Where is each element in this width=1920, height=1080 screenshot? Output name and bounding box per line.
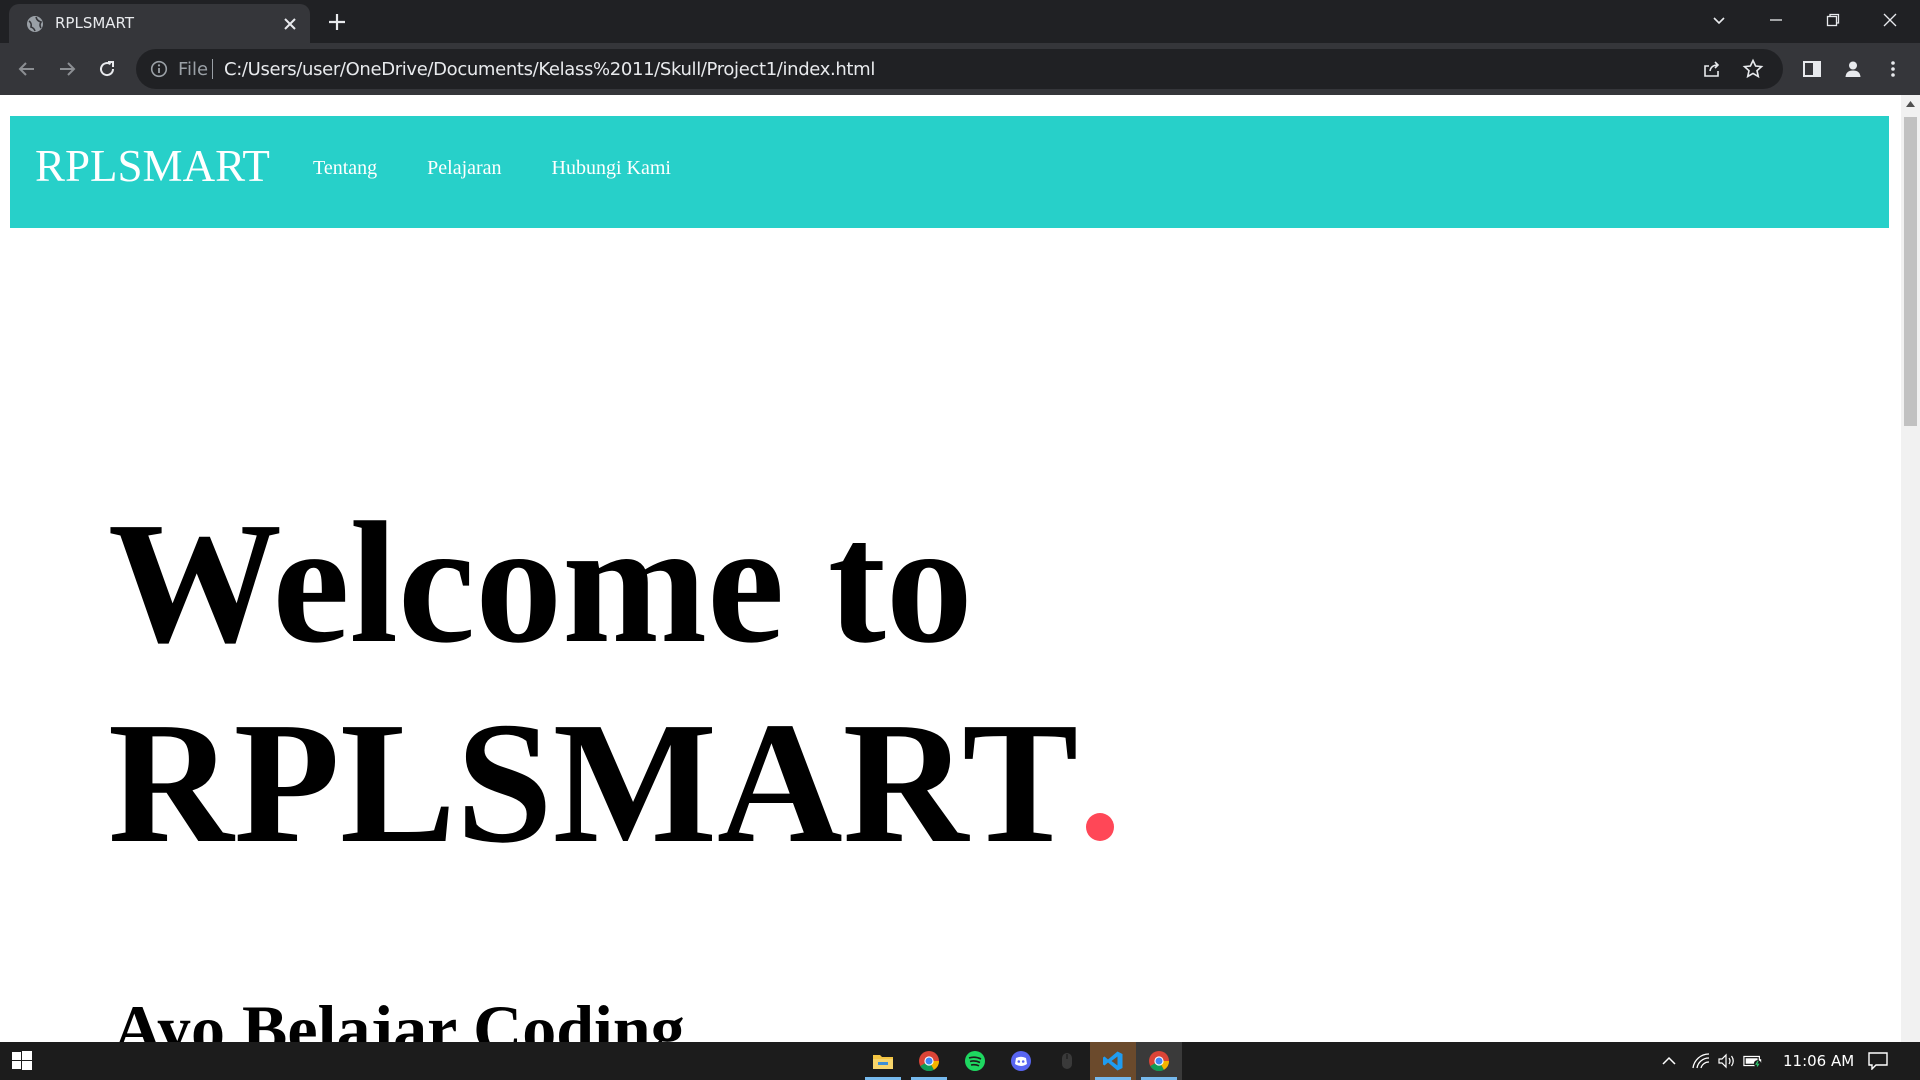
browser-menu-button[interactable] — [1880, 56, 1906, 82]
nav-link-hubungi-kami[interactable]: Hubungi Kami — [552, 157, 671, 180]
site-nav-links: Tentang Pelajaran Hubungi Kami — [313, 157, 721, 180]
share-icon[interactable] — [1701, 58, 1723, 80]
arrow-right-icon — [60, 62, 76, 76]
restore-button[interactable] — [1805, 0, 1861, 40]
tray-network[interactable] — [1691, 1051, 1711, 1071]
new-tab-icon[interactable] — [326, 11, 348, 33]
site-brand[interactable]: RPLSMART — [35, 140, 270, 192]
site-navbar: RPLSMART Tentang Pelajaran Hubungi Kami — [10, 116, 1889, 228]
browser-toolbar: File C:/Users/user/OneDrive/Documents/Ke… — [0, 43, 1920, 95]
taskbar-mouse-app[interactable] — [1044, 1042, 1090, 1080]
profile-icon — [1845, 61, 1861, 77]
file-explorer-icon — [873, 1055, 893, 1069]
discord-icon — [1011, 1051, 1031, 1071]
scroll-up-button[interactable] — [1901, 95, 1920, 112]
reload-button[interactable] — [93, 55, 121, 83]
browser-tab-strip: RPLSMART — [0, 0, 1920, 43]
side-panel-button[interactable] — [1799, 56, 1825, 82]
tab-title: RPLSMART — [55, 14, 135, 32]
minimize-icon — [1770, 19, 1782, 21]
arrow-left-icon — [18, 62, 34, 76]
forward-button[interactable] — [53, 55, 81, 83]
spotify-icon — [965, 1051, 985, 1071]
scrollbar-thumb[interactable] — [1904, 117, 1917, 426]
mouse-app-icon — [1062, 1053, 1072, 1069]
start-button[interactable] — [0, 1042, 44, 1080]
caret-up-icon — [1906, 100, 1915, 107]
nav-link-pelajaran[interactable]: Pelajaran — [427, 157, 501, 180]
chevron-down-icon — [1713, 17, 1725, 25]
taskbar-file-explorer[interactable] — [860, 1042, 906, 1080]
subheading: Ayo Belajar Coding — [113, 991, 685, 1042]
browser-tab[interactable]: RPLSMART — [9, 4, 310, 43]
taskbar-spotify[interactable] — [952, 1042, 998, 1080]
speaker-icon — [1718, 1053, 1734, 1069]
accent-dot — [1086, 813, 1115, 841]
close-icon — [1883, 13, 1897, 27]
side-panel-icon — [1803, 61, 1821, 77]
bookmark-star-icon[interactable] — [1742, 58, 1764, 80]
close-window-button[interactable] — [1862, 0, 1918, 40]
back-button[interactable] — [13, 55, 41, 83]
page-scrollbar[interactable] — [1901, 95, 1920, 1042]
tray-overflow-button[interactable] — [1659, 1051, 1679, 1071]
vscode-icon — [1103, 1051, 1123, 1071]
wifi-icon — [1692, 1053, 1710, 1069]
taskbar-vscode[interactable] — [1090, 1042, 1136, 1080]
hero-heading: Welcome to RPLSMART — [108, 483, 1115, 883]
chrome-icon — [1149, 1051, 1170, 1072]
chevron-up-icon — [1662, 1056, 1676, 1065]
minimize-button[interactable] — [1748, 0, 1804, 40]
hero-line-2: RPLSMART — [108, 683, 1115, 883]
globe-icon — [27, 16, 43, 32]
taskbar-chrome[interactable] — [906, 1042, 952, 1080]
chrome-icon — [919, 1051, 940, 1072]
url-text[interactable]: C:/Users/user/OneDrive/Documents/Kelass%… — [224, 59, 875, 80]
scheme-label: File — [178, 59, 209, 80]
omnibox-divider — [212, 59, 213, 79]
tray-battery[interactable] — [1743, 1051, 1763, 1071]
tray-volume[interactable] — [1717, 1051, 1737, 1071]
address-bar[interactable]: File C:/Users/user/OneDrive/Documents/Ke… — [136, 49, 1783, 89]
windows-taskbar: 11:06 AM — [0, 1042, 1920, 1080]
windows-logo-icon — [12, 1051, 32, 1070]
info-icon[interactable] — [150, 60, 168, 78]
close-tab-icon[interactable] — [281, 15, 299, 33]
profile-button[interactable] — [1840, 56, 1866, 82]
hero-line-1: Welcome to — [108, 486, 973, 679]
taskbar-chrome-active[interactable] — [1136, 1042, 1182, 1080]
notification-icon — [1868, 1052, 1888, 1070]
taskbar-discord[interactable] — [998, 1042, 1044, 1080]
battery-charging-icon — [1743, 1055, 1762, 1068]
nav-link-tentang[interactable]: Tentang — [313, 157, 377, 180]
reload-icon — [100, 61, 115, 77]
page-viewport: RPLSMART Tentang Pelajaran Hubungi Kami … — [0, 95, 1901, 1042]
action-center-button[interactable] — [1868, 1051, 1888, 1071]
taskbar-clock[interactable]: 11:06 AM — [1783, 1052, 1854, 1070]
kebab-menu-icon — [1891, 61, 1895, 77]
hero-brand-text: RPLSMART — [108, 686, 1079, 879]
tab-search-button[interactable] — [1691, 0, 1747, 40]
restore-icon — [1826, 13, 1840, 27]
